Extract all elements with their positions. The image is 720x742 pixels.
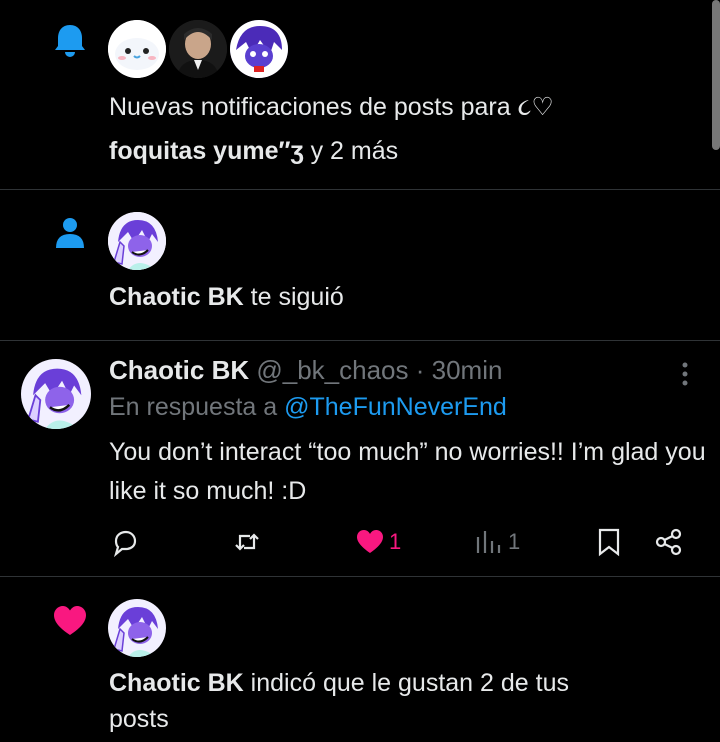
share-icon (655, 528, 682, 556)
reply-button[interactable] (110, 527, 140, 557)
avatar-user-3[interactable] (230, 20, 288, 78)
notification-follow[interactable]: Chaotic BK te siguió (0, 190, 720, 341)
avatar-foquitas[interactable] (108, 20, 166, 78)
emoji-text: ૮♡ (517, 93, 554, 121)
notification-action-text: te siguió (243, 283, 344, 311)
notification-text-line2: posts (109, 705, 169, 733)
scrollbar[interactable] (712, 0, 720, 150)
heart-icon (54, 606, 86, 635)
user-name[interactable]: Chaotic BK (109, 283, 244, 311)
notification-text: Nuevas notificaciones de posts para ૮♡ (109, 84, 554, 130)
like-count: 1 (389, 529, 402, 554)
like-button[interactable]: 1 (355, 527, 401, 557)
bookmark-button[interactable] (594, 527, 624, 557)
post-reply[interactable]: Chaotic BK @_bk_chaos · 30min En respues… (0, 341, 720, 577)
post-avatar[interactable] (21, 359, 91, 429)
repost-button[interactable] (232, 527, 262, 557)
avatar-chaotic-bk[interactable] (108, 599, 166, 657)
notification-count-text: y 2 más (303, 137, 399, 165)
views-icon (476, 531, 501, 553)
views-count: 1 (508, 529, 521, 554)
repost-icon (235, 533, 259, 551)
notification-new-posts[interactable]: Nuevas notificaciones de posts para ૮♡ f… (0, 0, 720, 190)
notification-text: Chaotic BK indicó que le gustan 2 de tus (109, 660, 569, 706)
post-author-handle[interactable]: @_bk_chaos (256, 355, 408, 385)
bookmark-icon (598, 528, 620, 557)
post-timestamp[interactable]: 30min (432, 355, 503, 385)
reply-icon (113, 530, 137, 557)
post-body: You don’t interact “too much” no worries… (109, 438, 706, 505)
share-button[interactable] (654, 527, 684, 557)
heart-icon (357, 530, 383, 553)
person-icon (56, 218, 84, 248)
notification-text-plain: Nuevas notificaciones de posts para (109, 93, 518, 121)
user-name-foquitas[interactable]: foquitas yume (109, 137, 278, 165)
bell-icon (55, 25, 85, 57)
reply-prefix: En respuesta a (109, 393, 285, 421)
views-button[interactable]: 1 (474, 527, 520, 557)
avatar-chaotic-bk[interactable] (108, 212, 166, 270)
notification-text: Chaotic BK te siguió (109, 274, 344, 320)
post-author-name[interactable]: Chaotic BK (109, 355, 249, 385)
avatar-user-2[interactable] (169, 20, 227, 78)
separator: · (408, 355, 432, 385)
user-name[interactable]: Chaotic BK (109, 669, 244, 697)
notification-action-text: indicó que le gustan 2 de tus (243, 669, 569, 697)
notification-names: foquitas yume″ʒ y 2 más (109, 128, 398, 174)
reply-mention-link[interactable]: @TheFunNeverEnd (284, 393, 507, 421)
user-name-suffix: ″ʒ (278, 137, 304, 165)
post-header: Chaotic BK @_bk_chaos · 30min (109, 355, 502, 386)
more-options-icon[interactable] (670, 359, 700, 389)
reply-context: En respuesta a @TheFunNeverEnd (109, 393, 507, 422)
notification-like[interactable]: Chaotic BK indicó que le gustan 2 de tus… (0, 577, 720, 737)
